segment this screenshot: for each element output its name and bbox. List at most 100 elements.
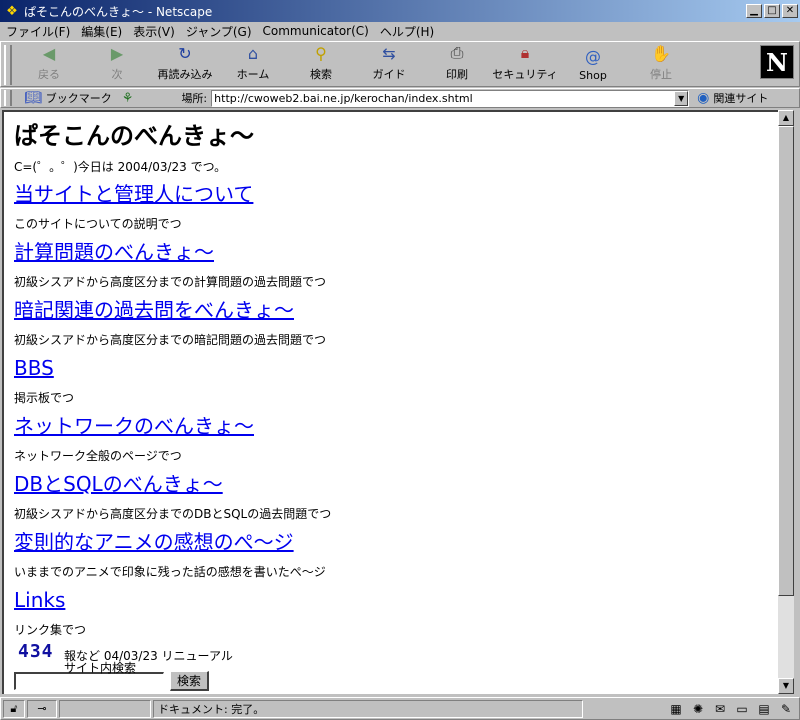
forward-button[interactable]: ▶ 次 bbox=[83, 42, 151, 86]
bookmarks-button[interactable]: 📖︎ ブックマーク bbox=[24, 90, 112, 106]
stop-button-label: 停止 bbox=[650, 68, 672, 81]
status-bar: 🔓︎ ⊸ ドキュメント: 完了。 ▦ ✺ ✉ ▭ ▤ ✎ bbox=[0, 697, 800, 720]
site-search-label: サイト内検索 bbox=[64, 661, 137, 675]
connection-icon: ⊸ bbox=[37, 702, 47, 715]
location-label: 場所: bbox=[181, 92, 208, 105]
status-text: ドキュメント: 完了。 bbox=[158, 702, 265, 716]
access-counter: 434 bbox=[18, 641, 54, 662]
scroll-down-button[interactable]: ▼ bbox=[778, 678, 794, 694]
search-icon: ⚲ bbox=[315, 43, 327, 63]
lock-icon: 🔒︎ bbox=[520, 43, 530, 62]
stop-icon: ✋ bbox=[651, 43, 671, 63]
maximize-button[interactable]: □ bbox=[764, 4, 780, 18]
navigator-icon[interactable]: ✺ bbox=[687, 702, 709, 716]
netscape-logo[interactable]: N bbox=[760, 45, 794, 79]
print-button-label: 印刷 bbox=[446, 68, 468, 81]
home-button[interactable]: ⌂ ホーム bbox=[219, 42, 287, 86]
netscape-app-icon[interactable]: ❖ bbox=[4, 3, 20, 19]
link-bbs[interactable]: BBS bbox=[14, 355, 768, 381]
related-sites-label: 関連サイト bbox=[713, 92, 769, 105]
bookmarks-label: ブックマーク bbox=[45, 92, 112, 105]
home-button-label: ホーム bbox=[236, 68, 270, 81]
link-network[interactable]: ネットワークのべんきょ～ bbox=[14, 413, 768, 439]
security-button[interactable]: 🔒︎ セキュリティ bbox=[491, 42, 559, 86]
menu-bar: ファイル(F) 編集(E) 表示(V) ジャンプ(G) Communicator… bbox=[0, 22, 800, 40]
menu-go[interactable]: ジャンプ(G) bbox=[186, 23, 252, 40]
bookmark-icon: 📖︎ bbox=[24, 90, 42, 106]
menu-edit[interactable]: 編集(E) bbox=[81, 23, 122, 40]
scroll-up-button[interactable]: ▲ bbox=[778, 110, 794, 126]
shop-icon: @ bbox=[585, 46, 601, 66]
security-button-label: セキュリティ bbox=[492, 68, 558, 81]
page-content: ぱそこんのべんきょ～ C=(゜。゜)今日は 2004/03/23 でつ。 当サイ… bbox=[2, 110, 778, 694]
related-sites-button[interactable]: ◉ 関連サイト bbox=[697, 90, 768, 106]
url-field[interactable]: http://cwoweb2.bai.ne.jp/kerochan/index.… bbox=[211, 89, 690, 107]
search-button-label: 検索 bbox=[310, 68, 332, 81]
site-search-button[interactable]: 検索 bbox=[170, 671, 210, 691]
desc-about-site: このサイトについての説明でつ bbox=[14, 217, 182, 231]
forward-button-label: 次 bbox=[111, 68, 123, 81]
url-text: http://cwoweb2.bai.ne.jp/kerochan/index.… bbox=[214, 91, 473, 105]
print-button[interactable]: ⎙ 印刷 bbox=[423, 42, 491, 86]
print-icon: ⎙ bbox=[450, 43, 464, 62]
page-title: ぱそこんのべんきょ～ bbox=[14, 122, 254, 150]
link-anime[interactable]: 変則的なアニメの感想のぺ～ジ bbox=[14, 529, 768, 555]
close-button[interactable]: ✕ bbox=[782, 4, 798, 18]
guide-button-label: ガイド bbox=[372, 68, 406, 81]
back-arrow-icon: ◀ bbox=[42, 43, 56, 63]
reload-icon: ↻ bbox=[178, 43, 192, 63]
window-title: ぱそこんのべんきょ～ - Netscape bbox=[24, 4, 213, 19]
address-book-icon[interactable]: ▤ bbox=[753, 702, 775, 716]
link-links[interactable]: Links bbox=[14, 587, 768, 613]
mail-icon[interactable]: ✉ bbox=[709, 702, 731, 716]
link-about-site[interactable]: 当サイトと管理人について bbox=[14, 181, 768, 207]
desc-memorization: 初級シスアドから高度区分までの暗記問題の過去問題でつ bbox=[14, 333, 327, 347]
stop-button[interactable]: ✋ 停止 bbox=[627, 42, 695, 86]
title-bar[interactable]: ❖ ぱそこんのべんきょ～ - Netscape ▁ □ ✕ bbox=[0, 0, 800, 22]
desc-anime: いままでのアニメで印象に残った話の感想を書いたぺ～ジ bbox=[14, 565, 326, 579]
newsgroup-icon[interactable]: ▭ bbox=[731, 702, 753, 716]
shop-button[interactable]: @ Shop bbox=[559, 42, 627, 86]
back-button[interactable]: ◀ 戻る bbox=[15, 42, 83, 86]
window-controls: ▁ □ ✕ bbox=[744, 4, 798, 18]
search-button[interactable]: ⚲ 検索 bbox=[287, 42, 355, 86]
scroll-thumb[interactable] bbox=[778, 126, 794, 596]
security-status[interactable]: 🔓︎ bbox=[3, 699, 25, 718]
guide-button[interactable]: ⇆ ガイド bbox=[355, 42, 423, 86]
url-dropdown-button[interactable]: ▼ bbox=[674, 90, 689, 106]
desc-links: リンク集でつ bbox=[14, 623, 87, 637]
desc-network: ネットワーク全般のページでつ bbox=[14, 449, 182, 463]
link-calculation[interactable]: 計算問題のべんきょ～ bbox=[14, 239, 768, 265]
component-bar: ▦ ✺ ✉ ▭ ▤ ✎ bbox=[665, 702, 797, 716]
reload-button[interactable]: ↻ 再読み込み bbox=[151, 42, 219, 86]
desc-bbs: 掲示板でつ bbox=[14, 391, 75, 405]
menu-communicator[interactable]: Communicator(C) bbox=[263, 24, 369, 38]
composer-icon[interactable]: ✎ bbox=[775, 702, 797, 716]
reload-button-label: 再読み込み bbox=[157, 68, 213, 81]
sidebar-icon[interactable]: ▦ bbox=[665, 702, 687, 716]
menu-help[interactable]: ヘルプ(H) bbox=[380, 23, 434, 40]
home-icon: ⌂ bbox=[247, 43, 259, 63]
menu-file[interactable]: ファイル(F) bbox=[6, 23, 70, 40]
shop-button-label: Shop bbox=[579, 69, 607, 82]
toolbar-grip[interactable] bbox=[4, 45, 12, 85]
related-sites-icon: ◉ bbox=[697, 90, 710, 106]
forward-arrow-icon: ▶ bbox=[110, 43, 124, 63]
location-toolbar-grip[interactable] bbox=[4, 90, 12, 106]
menu-view[interactable]: 表示(V) bbox=[133, 23, 175, 40]
navigation-toolbar: ◀ 戻る ▶ 次 ↻ 再読み込み ⌂ ホーム ⚲ 検索 ⇆ ガイド ⎙ 印刷 🔒… bbox=[0, 41, 800, 87]
desc-calculation: 初級シスアドから高度区分までの計算問題の過去問題でつ bbox=[14, 275, 327, 289]
link-memorization[interactable]: 暗記関連の過去問をべんきょ～ bbox=[14, 297, 768, 323]
connection-status: ⊸ bbox=[27, 699, 57, 718]
status-text-cell: ドキュメント: 完了。 bbox=[153, 699, 583, 718]
counter-row: 434 報など 04/03/23 リニューアル サイト内検索 bbox=[14, 639, 768, 675]
minimize-button[interactable]: ▁ bbox=[746, 4, 762, 18]
vertical-scrollbar[interactable]: ▲ ▼ bbox=[778, 110, 794, 694]
desc-db-sql: 初級シスアドから高度区分までのDBとSQLの過去問題でつ bbox=[14, 507, 332, 521]
date-line: C=(゜。゜)今日は 2004/03/23 でつ。 bbox=[14, 160, 227, 174]
unlocked-icon: 🔓︎ bbox=[10, 701, 18, 715]
link-db-sql[interactable]: DBとSQLのべんきょ～ bbox=[14, 471, 768, 497]
back-button-label: 戻る bbox=[38, 68, 60, 81]
page-proxy-icon[interactable]: ⚘ bbox=[122, 91, 134, 106]
progress-area bbox=[59, 699, 151, 718]
